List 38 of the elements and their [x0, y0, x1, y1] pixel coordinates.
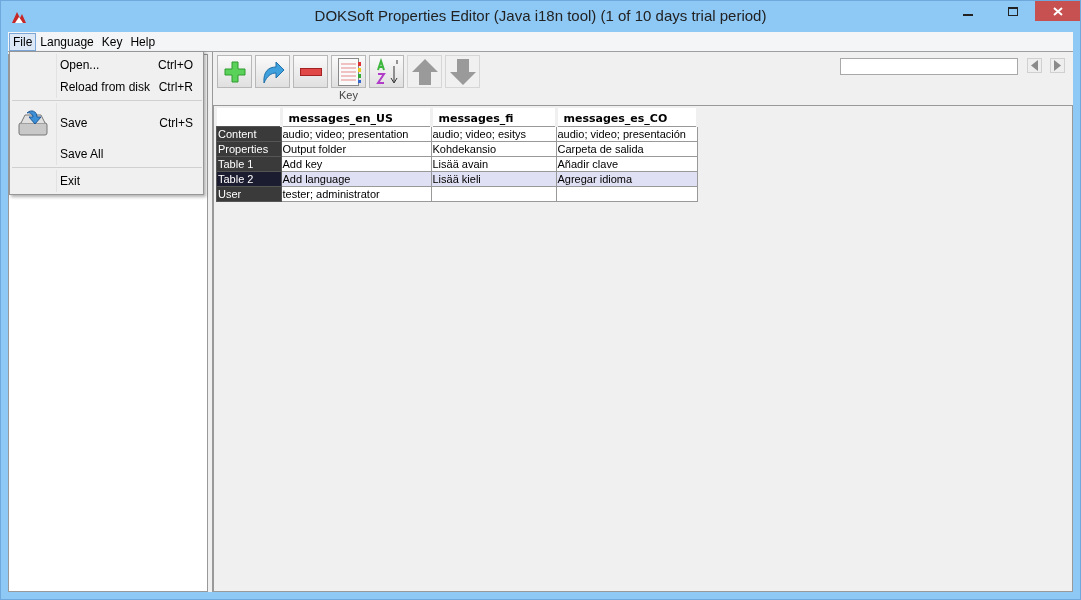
close-button[interactable]: [1035, 1, 1080, 21]
menu-entry[interactable]: Save All: [10, 143, 203, 165]
table-cell[interactable]: audio; video; esitys: [431, 126, 556, 142]
close-icon: [1052, 6, 1063, 16]
down-arrow-icon: [448, 57, 477, 86]
menu-entry[interactable]: Reload from disk Ctrl+R: [10, 76, 203, 98]
sort-button[interactable]: [369, 55, 404, 88]
disk-save-icon: [17, 107, 49, 139]
menu-item[interactable]: Key: [97, 32, 127, 51]
right-triangle-icon: [1054, 60, 1061, 71]
remove-button[interactable]: [293, 55, 328, 88]
left-triangle-icon: [1031, 60, 1038, 71]
plus-icon: [223, 60, 246, 83]
previous-button[interactable]: [1027, 58, 1042, 73]
column-header[interactable]: messages_es_CO: [556, 108, 697, 127]
minus-icon: [299, 67, 322, 76]
column-header[interactable]: messages_fi: [431, 108, 556, 127]
search-field[interactable]: [840, 58, 1018, 75]
redo-button[interactable]: [255, 55, 290, 88]
notebook-button[interactable]: [331, 55, 366, 88]
menu-item[interactable]: Help: [126, 32, 160, 51]
menu-entry[interactable]: Exit: [10, 170, 203, 192]
row-header[interactable]: Content: [216, 126, 281, 142]
table-cell[interactable]: audio; video; presentación: [556, 126, 697, 142]
add-button[interactable]: [217, 55, 252, 88]
maximize-icon: [1007, 6, 1018, 16]
menu-item[interactable]: File: [9, 32, 37, 51]
minimize-icon: [962, 14, 973, 16]
notebook-icon: [335, 56, 362, 87]
up-arrow-icon: [410, 57, 439, 86]
menu-entry[interactable]: Open... Ctrl+O: [10, 54, 203, 76]
table-cell[interactable]: audio; video; presentation: [281, 126, 431, 142]
menu-item[interactable]: Language: [36, 32, 98, 51]
menu-entry[interactable]: Save Ctrl+S: [10, 103, 203, 143]
next-button[interactable]: [1050, 58, 1065, 73]
window-title: DOKSoft Properties Editor (Java i18n tool) (1 of 10 days trial period): [314, 7, 767, 24]
column-header[interactable]: messages_en_US: [281, 108, 431, 127]
toolbar-caption: Key: [339, 89, 358, 101]
